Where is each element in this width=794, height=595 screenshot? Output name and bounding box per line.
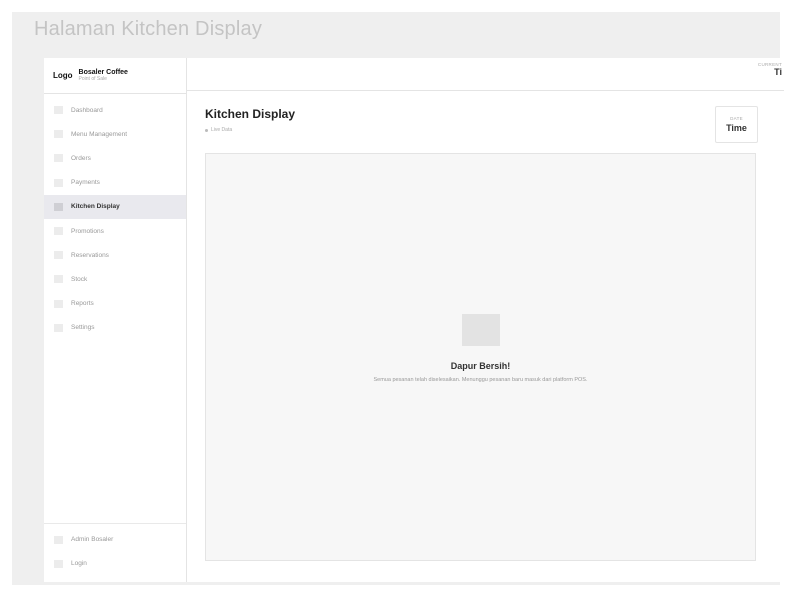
login-icon — [54, 559, 63, 568]
menu-icon — [54, 130, 63, 139]
sidebar-item-label: Menu Management — [71, 130, 128, 138]
sidebar-item-label: Reports — [71, 300, 94, 308]
brand-text: Bosaler Coffee Point of Sale — [79, 69, 128, 83]
reservations-icon — [54, 251, 63, 260]
dashboard-icon — [54, 106, 63, 115]
sidebar-item-orders[interactable]: Orders — [44, 146, 186, 170]
sidebar-item-kitchen-display[interactable]: Kitchen Display — [44, 194, 186, 219]
top-bar: CURRENT Ti — [187, 58, 784, 91]
sidebar-item-dashboard[interactable]: Dashboard — [44, 98, 186, 122]
promotions-icon — [54, 227, 63, 236]
reports-icon — [54, 299, 63, 308]
sidebar-item-label: Admin Bosaler — [71, 536, 114, 544]
sidebar-item-menu-management[interactable]: Menu Management — [44, 122, 186, 146]
sidebar: Logo Bosaler Coffee Point of Sale Dashbo… — [44, 58, 187, 582]
sidebar-item-label: Dashboard — [71, 106, 103, 114]
empty-state: Dapur Bersih! Semua pesanan telah disele… — [206, 314, 755, 385]
payments-icon — [54, 178, 63, 187]
app-window: Logo Bosaler Coffee Point of Sale Dashbo… — [44, 58, 784, 582]
empty-state-icon — [461, 314, 500, 346]
sidebar-item-label: Kitchen Display — [71, 203, 120, 211]
sidebar-item-payments[interactable]: Payments — [44, 171, 186, 195]
user-icon — [54, 535, 63, 544]
brand: Logo Bosaler Coffee Point of Sale — [44, 58, 186, 94]
main-content: Kitchen Display Live Data DATE Time Dapu… — [187, 91, 784, 582]
sidebar-item-admin[interactable]: Admin Bosaler — [44, 528, 186, 552]
date-value: Time — [726, 123, 747, 133]
date-time-card: DATE Time — [715, 106, 758, 143]
main-header: Kitchen Display Live Data — [205, 107, 295, 133]
empty-state-description: Semua pesanan telah diselesaikan. Menung… — [373, 377, 588, 383]
sidebar-item-label: Payments — [71, 179, 100, 187]
sidebar-item-label: Promotions — [71, 227, 104, 235]
sidebar-item-settings[interactable]: Settings — [44, 316, 186, 340]
sidebar-item-login[interactable]: Login — [44, 552, 186, 576]
kitchen-icon — [54, 202, 63, 211]
sidebar-item-label: Login — [71, 560, 87, 568]
sidebar-nav: Dashboard Menu Management Orders Payment… — [44, 94, 186, 340]
live-status-label: Live Data — [211, 127, 233, 133]
orders-icon — [54, 154, 63, 163]
current-time-display: CURRENT Ti — [758, 62, 782, 77]
brand-subtitle: Point of Sale — [78, 75, 107, 82]
brand-logo: Logo — [53, 71, 73, 80]
sidebar-item-label: Orders — [71, 154, 91, 162]
sidebar-item-label: Stock — [71, 275, 88, 283]
sidebar-item-stock[interactable]: Stock — [44, 267, 186, 291]
live-status: Live Data — [205, 127, 295, 133]
empty-state-title: Dapur Bersih! — [450, 361, 511, 371]
page-heading: Halaman Kitchen Display — [34, 18, 263, 40]
settings-icon — [54, 323, 63, 332]
sidebar-item-label: Reservations — [71, 251, 109, 259]
sidebar-item-label: Settings — [71, 324, 95, 332]
page-title: Kitchen Display — [205, 107, 296, 121]
sidebar-footer: Admin Bosaler Login — [44, 522, 186, 582]
kitchen-orders-board: Dapur Bersih! Semua pesanan telah disele… — [205, 153, 756, 561]
sidebar-item-reservations[interactable]: Reservations — [44, 243, 186, 267]
sidebar-item-reports[interactable]: Reports — [44, 292, 186, 316]
current-value: Ti — [774, 67, 782, 77]
live-dot-icon — [205, 128, 208, 132]
sidebar-item-promotions[interactable]: Promotions — [44, 219, 186, 243]
date-label: DATE — [730, 116, 743, 121]
stock-icon — [54, 275, 63, 284]
